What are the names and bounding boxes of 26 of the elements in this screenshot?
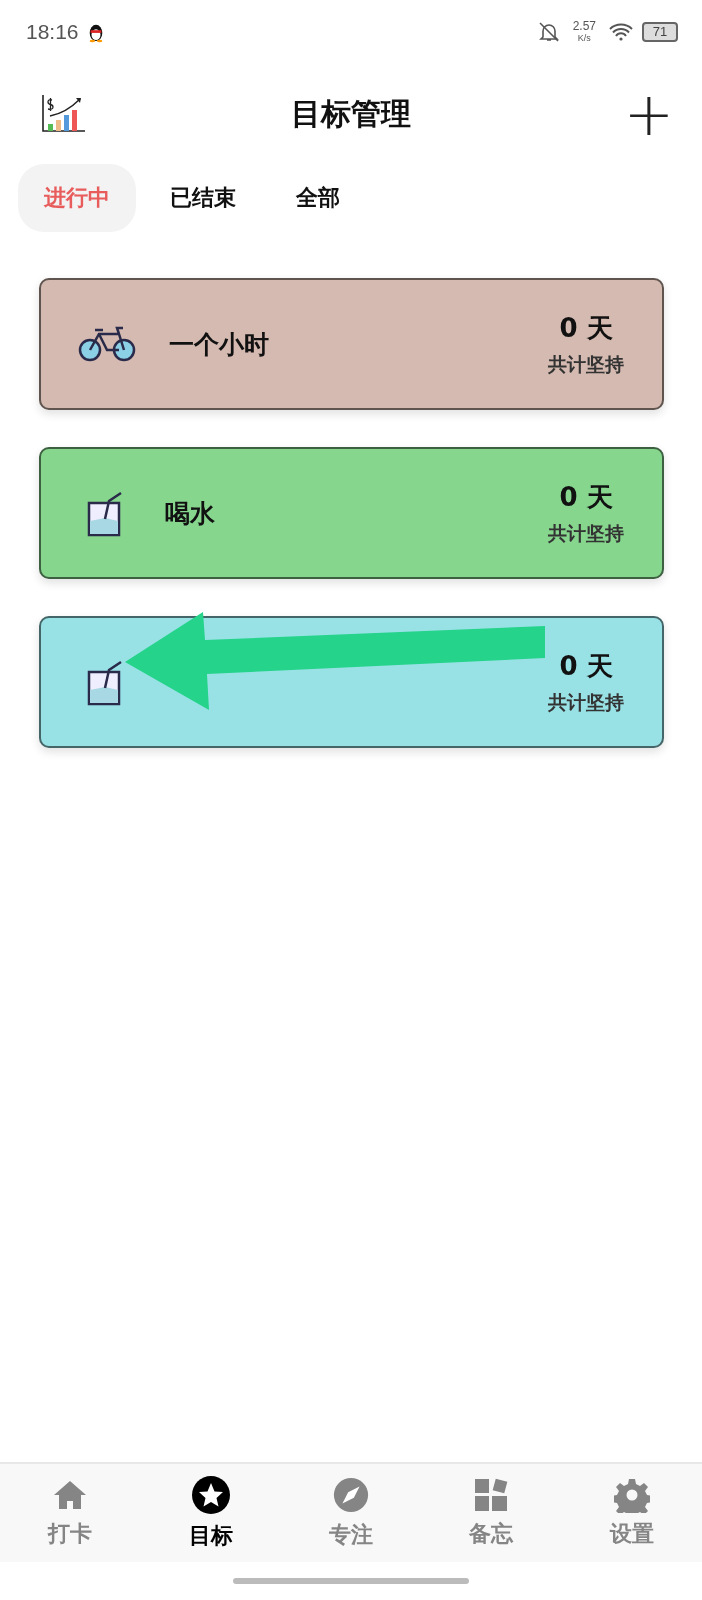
add-button[interactable]: + [619, 84, 678, 144]
widgets-icon [473, 1477, 510, 1513]
days-caption: 共计坚持 [548, 689, 624, 715]
nav-tab[interactable]: 目标 [140, 1464, 281, 1562]
bicycle-icon [77, 324, 137, 364]
goal-title: 喝水 [165, 497, 215, 530]
days-count: 0 天 [559, 311, 613, 345]
bell-muted-icon [536, 20, 561, 44]
days-count: 0 天 [559, 649, 613, 683]
battery-indicator: 71 [642, 22, 678, 42]
days-count: 0 天 [559, 480, 613, 514]
compass-icon [332, 1476, 370, 1514]
goal-card[interactable]: 喝水 0 天 共计坚持 [39, 447, 664, 579]
status-time: 18:16 [26, 20, 79, 44]
goal-title: 一个小时 [169, 328, 269, 361]
speed-unit: K/s [577, 32, 591, 44]
days-caption: 共计坚持 [548, 520, 624, 546]
network-speed: 2.57 [572, 20, 596, 32]
goal-card[interactable]: 一个小时 0 天 共计坚持 [39, 278, 664, 410]
filter-tab[interactable]: 已结束 [144, 164, 262, 232]
wifi-icon [608, 22, 634, 42]
filter-tab[interactable]: 全部 [270, 164, 366, 232]
settings-icon [613, 1477, 650, 1513]
page-title: 目标管理 [290, 94, 412, 133]
days-caption: 共计坚持 [548, 351, 624, 377]
bar-chart-icon [40, 93, 86, 135]
